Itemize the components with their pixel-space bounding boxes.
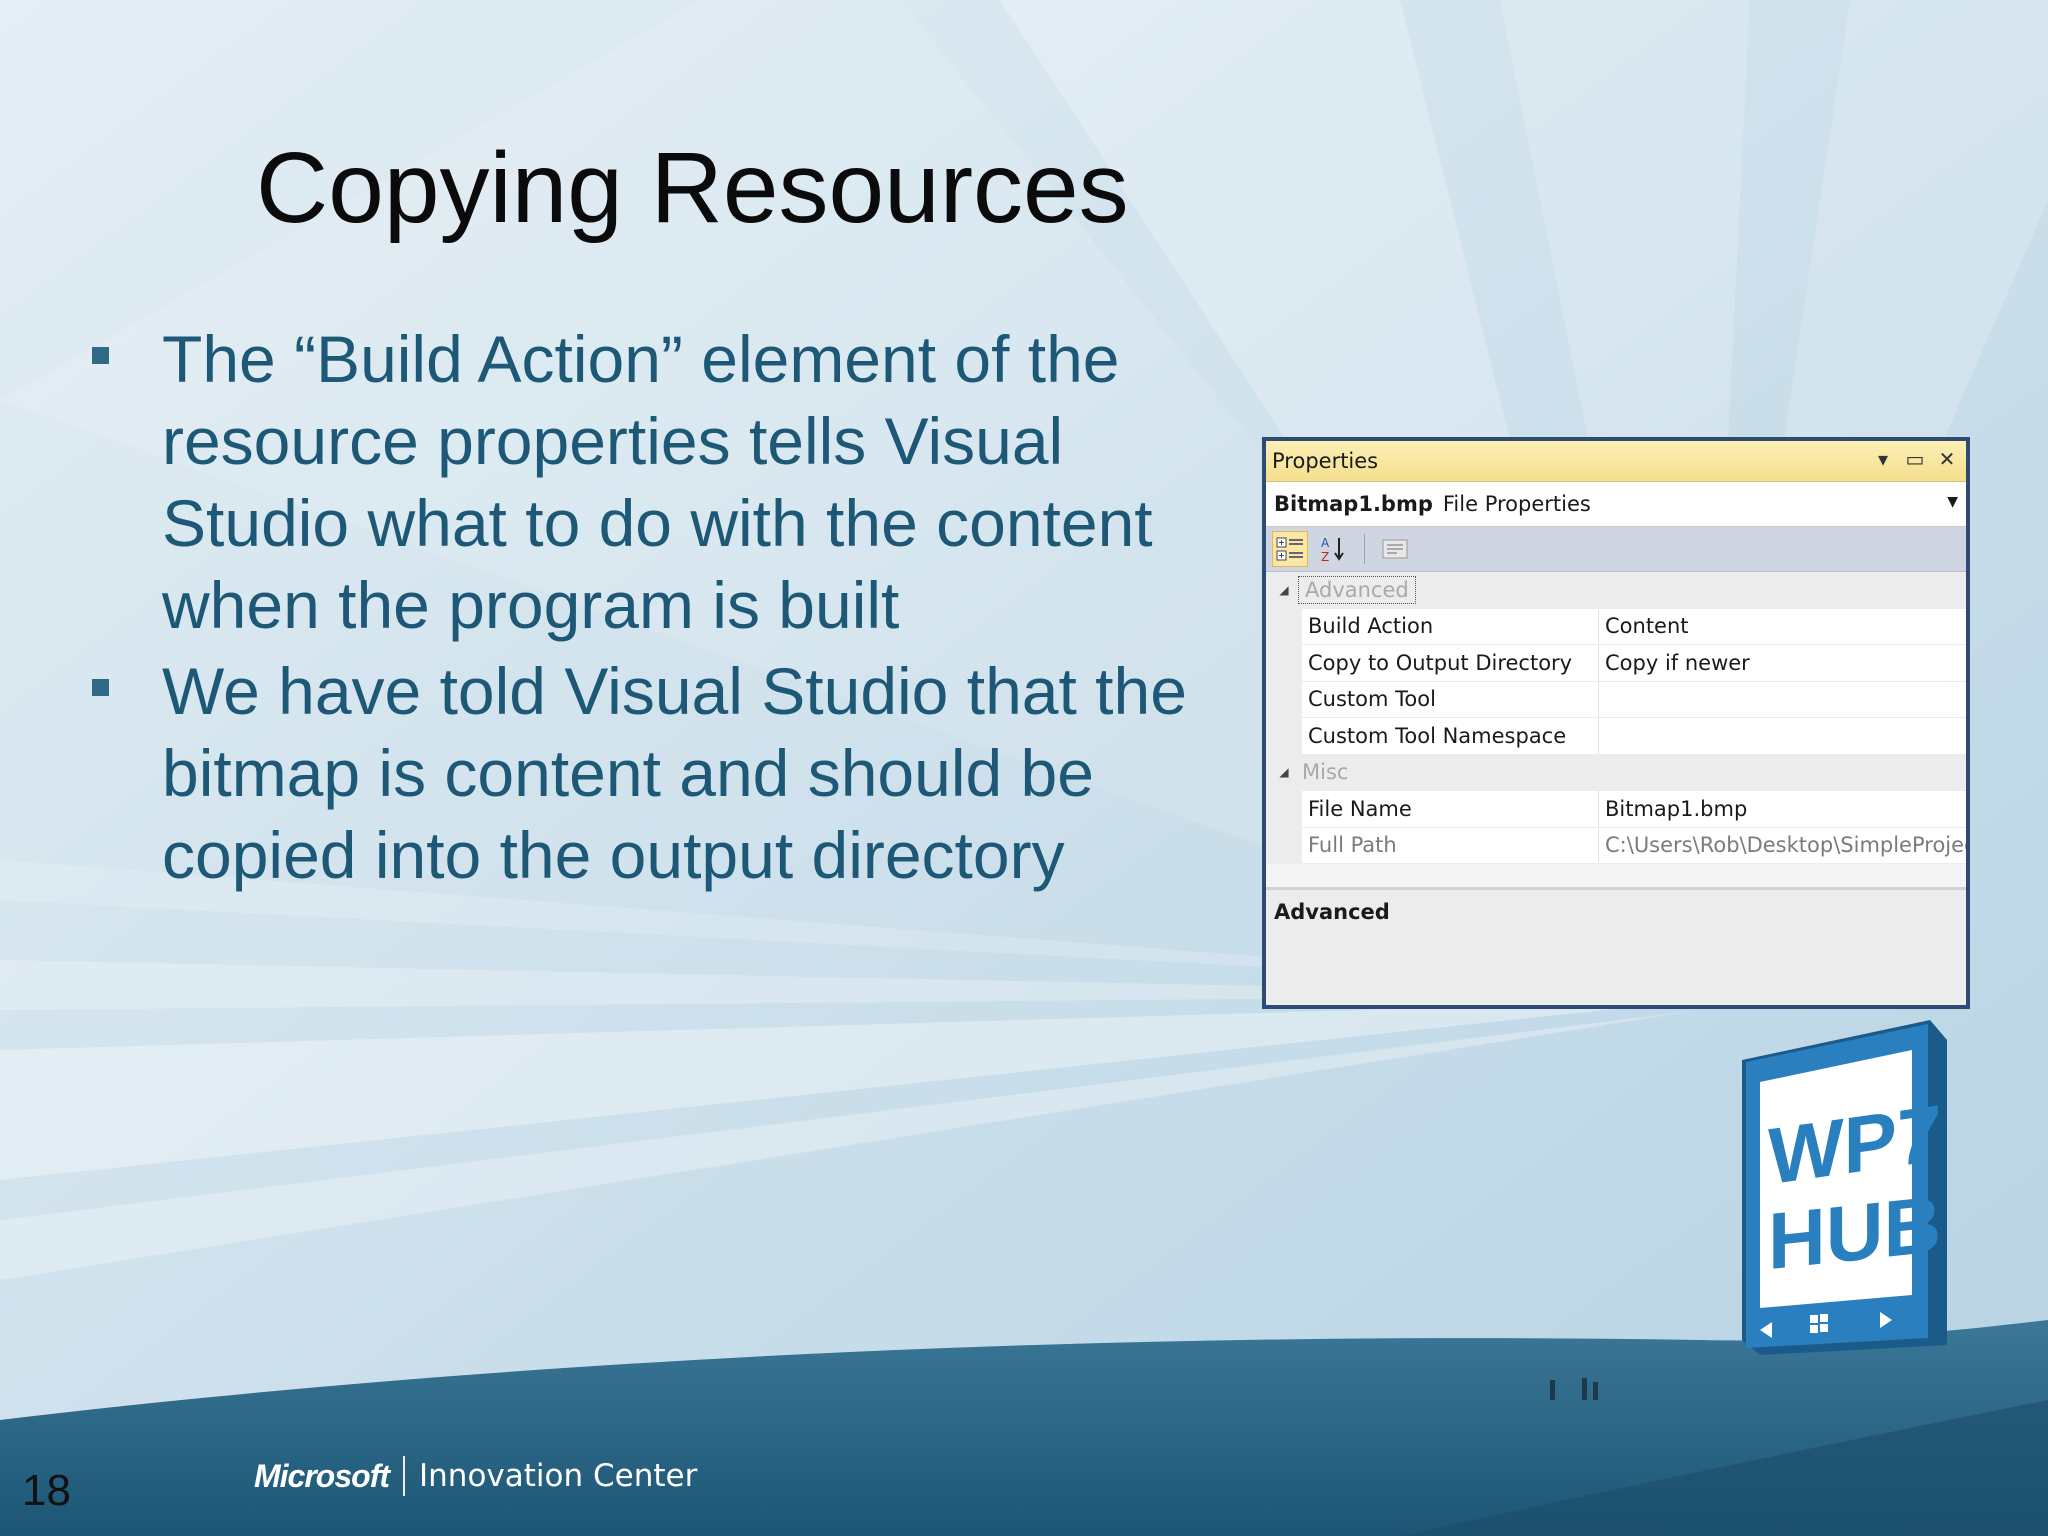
footer-logo: Microsoft Innovation Center xyxy=(254,1456,697,1496)
bullet-list: The “Build Action” element of the resour… xyxy=(90,318,1250,900)
svg-text:A: A xyxy=(1321,536,1330,550)
bullet-text: The “Build Action” element of the resour… xyxy=(162,322,1153,642)
object-name: Bitmap1.bmp xyxy=(1274,492,1433,516)
row-gutter xyxy=(1266,681,1302,717)
object-selector[interactable]: Bitmap1.bmp File Properties ▼ xyxy=(1266,482,1966,527)
wp7-hub-badge: WP7 HUB xyxy=(1742,1020,1947,1355)
category-row-advanced[interactable]: ◢ Advanced xyxy=(1266,572,1966,609)
category-row-misc[interactable]: ◢ Misc xyxy=(1266,754,1966,791)
svg-text:Z: Z xyxy=(1321,550,1329,563)
row-gutter xyxy=(1266,718,1302,754)
row-gutter xyxy=(1266,645,1302,681)
toolbar-separator xyxy=(1364,534,1365,564)
slide-number: 18 xyxy=(22,1466,71,1515)
property-pages-icon xyxy=(1382,539,1408,559)
bullet-text: We have told Visual Studio that the bitm… xyxy=(162,654,1187,892)
collapse-triangle-icon[interactable]: ◢ xyxy=(1266,754,1302,790)
alphabetical-icon: A Z xyxy=(1321,536,1344,563)
row-gutter xyxy=(1266,827,1302,863)
categorized-button[interactable] xyxy=(1272,531,1308,567)
categorized-icon xyxy=(1276,537,1303,561)
property-value[interactable] xyxy=(1599,718,1966,754)
property-value[interactable]: Content xyxy=(1599,609,1966,645)
property-row[interactable]: Custom Tool xyxy=(1266,681,1966,718)
description-title: Advanced xyxy=(1274,900,1390,924)
property-pages-button[interactable] xyxy=(1377,531,1413,567)
property-value[interactable]: Bitmap1.bmp xyxy=(1599,791,1966,827)
window-controls: ▾ ▭ ✕ xyxy=(1872,447,1958,471)
square-bullet-icon xyxy=(92,679,109,696)
property-name: Full Path xyxy=(1302,827,1599,863)
maximize-icon[interactable]: ▭ xyxy=(1904,447,1926,471)
properties-titlebar: Properties ▾ ▭ ✕ xyxy=(1266,441,1966,482)
property-value: C:\Users\Rob\Desktop\SimpleProjec xyxy=(1605,833,1966,858)
slide-title: Copying Resources xyxy=(256,132,1129,244)
property-name: Custom Tool xyxy=(1302,681,1599,717)
row-gutter xyxy=(1266,608,1302,644)
square-bullet-icon xyxy=(92,347,109,364)
badge-line2: HUB xyxy=(1768,1178,1941,1286)
microsoft-logo: Microsoft xyxy=(254,1457,390,1494)
property-row[interactable]: Copy to Output Directory Copy if newer xyxy=(1266,645,1966,682)
property-name: Copy to Output Directory xyxy=(1302,645,1599,681)
chevron-down-icon[interactable]: ▼ xyxy=(1947,494,1958,510)
property-name: File Name xyxy=(1302,791,1599,827)
alphabetical-button[interactable]: A Z xyxy=(1316,531,1352,567)
property-row[interactable]: Custom Tool Namespace xyxy=(1266,718,1966,755)
property-value[interactable] xyxy=(1599,682,1966,718)
property-value[interactable]: Copy if newer xyxy=(1599,645,1966,681)
dropdown-arrow-icon[interactable]: ▾ xyxy=(1872,447,1894,471)
logo-divider xyxy=(403,1456,405,1496)
collapse-triangle-icon[interactable]: ◢ xyxy=(1266,572,1302,608)
object-type: File Properties xyxy=(1442,492,1591,516)
properties-title: Properties xyxy=(1272,449,1379,473)
slide: Copying Resources The “Build Action” ele… xyxy=(0,0,2048,1536)
property-name: Build Action xyxy=(1302,608,1599,644)
bullet-item: We have told Visual Studio that the bitm… xyxy=(90,650,1250,896)
bullet-item: The “Build Action” element of the resour… xyxy=(90,318,1250,646)
property-row[interactable]: File Name Bitmap1.bmp xyxy=(1266,791,1966,828)
category-label: Misc xyxy=(1302,760,1349,785)
row-gutter xyxy=(1266,791,1302,827)
category-label: Advanced xyxy=(1298,576,1416,604)
close-icon[interactable]: ✕ xyxy=(1936,447,1958,471)
innovation-center-text: Innovation Center xyxy=(419,1458,698,1494)
property-row[interactable]: Build Action Content xyxy=(1266,608,1966,645)
property-name: Custom Tool Namespace xyxy=(1302,718,1599,754)
property-grid: ◢ Advanced Build Action Content Copy to … xyxy=(1266,572,1966,864)
properties-toolbar: A Z xyxy=(1266,527,1966,572)
description-pane: Advanced xyxy=(1266,887,1966,1005)
property-row[interactable]: Full Path C:\Users\Rob\Desktop\SimplePro… xyxy=(1266,827,1966,864)
properties-window: Properties ▾ ▭ ✕ Bitmap1.bmp File Proper… xyxy=(1262,437,1970,1009)
